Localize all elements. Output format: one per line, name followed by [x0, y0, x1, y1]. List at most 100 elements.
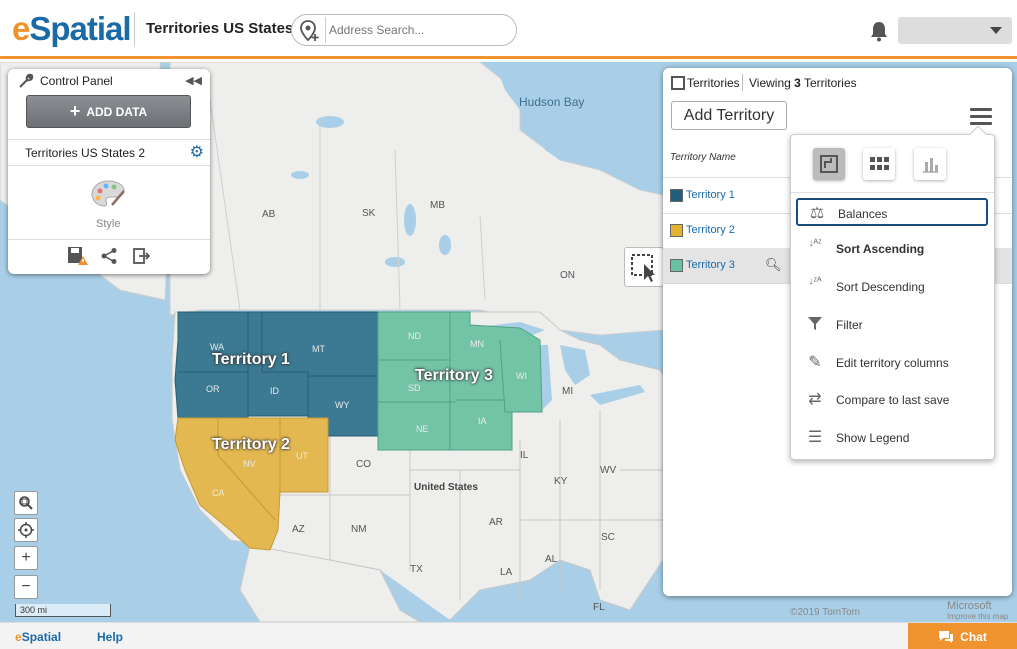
menu-item-label: Show Legend [836, 431, 910, 445]
add-data-label: ADD DATA [86, 104, 148, 119]
lake-2 [404, 204, 416, 236]
menu-item-compare-last-save[interactable]: ⇄ Compare to last save [796, 386, 988, 414]
chat-bubble-icon [939, 630, 954, 643]
menu-item-label: Edit territory columns [836, 356, 949, 370]
menu-item-sort-descending[interactable]: ↓ᶻᴬ Sort Descending [796, 273, 988, 301]
map-label-ar: AR [489, 517, 503, 528]
divider [8, 165, 210, 166]
app-header: eSpatial Territories US States 2 [0, 0, 1017, 59]
menu-item-balances[interactable]: ⚖ Balances [796, 198, 988, 226]
add-data-button[interactable]: + ADD DATA [26, 95, 191, 128]
zoom-to-extent-button[interactable] [14, 491, 38, 515]
territory-name[interactable]: Territory 3 [686, 259, 735, 271]
logo-text: Spatial [21, 630, 62, 644]
menu-item-label: Filter [836, 318, 863, 332]
chart-view-button[interactable] [914, 148, 946, 180]
map-label-united-states: United States [414, 482, 478, 493]
state-label-wy: WY [335, 400, 350, 410]
location-pin-add-icon[interactable] [298, 19, 322, 43]
state-label-wi: WI [516, 371, 527, 381]
footer-espatial-link[interactable]: eSpatial [15, 630, 61, 644]
user-menu-dropdown[interactable] [898, 17, 1012, 44]
layer-settings-gear-icon[interactable]: ⚙ [190, 142, 204, 162]
filter-icon [804, 315, 826, 335]
map-label-mb: MB [430, 200, 445, 211]
hamburger-menu-icon[interactable] [970, 108, 992, 126]
state-label-nd: ND [408, 331, 421, 341]
chat-button[interactable]: Chat [908, 623, 1017, 649]
locate-me-button[interactable] [14, 518, 38, 542]
territory-3-label: Territory 3 [415, 367, 493, 384]
menu-item-label: Sort Ascending [836, 242, 925, 256]
viewing-prefix: Viewing [749, 76, 795, 90]
map-label-il: IL [520, 450, 529, 461]
zoom-to-territory-icon[interactable]: 🔍︎ [765, 257, 782, 273]
help-link[interactable]: Help [97, 630, 123, 644]
lasso-select-button[interactable] [624, 247, 664, 287]
microsoft-text: Microsoft [947, 600, 992, 612]
territory-name[interactable]: Territory 1 [686, 189, 735, 201]
menu-item-show-legend[interactable]: ☰ Show Legend [796, 424, 988, 452]
lake-4 [439, 235, 451, 255]
menu-item-sort-ascending[interactable]: ↓ᴬᶻ Sort Ascending [796, 235, 988, 263]
lake-5 [291, 171, 309, 179]
espatial-logo[interactable]: eSpatial [12, 10, 132, 48]
territory-name[interactable]: Territory 2 [686, 224, 735, 236]
map-label-sk: SK [362, 208, 376, 219]
address-search-input[interactable] [329, 21, 509, 39]
share-icon[interactable] [98, 245, 120, 267]
map-copyright: ©2019 TomTom [790, 607, 860, 618]
grid-icon [870, 157, 889, 170]
map-label-al: AL [545, 554, 558, 565]
add-territory-button[interactable]: Add Territory [671, 101, 787, 130]
menu-item-edit-columns[interactable]: ✎ Edit territory columns [796, 349, 988, 377]
divider [8, 239, 210, 240]
column-header-territory-name[interactable]: Territory Name [670, 152, 736, 163]
map-label-wv: WV [600, 465, 617, 476]
map-label-fl: FL [593, 602, 605, 613]
state-label-ia: IA [478, 416, 487, 426]
menu-item-filter[interactable]: Filter [796, 311, 988, 339]
microsoft-logo[interactable]: Microsoft Improve this map [947, 600, 1008, 621]
header-divider [134, 12, 135, 46]
zoom-in-button[interactable]: + [14, 546, 38, 570]
state-label-mt: MT [312, 344, 325, 354]
compare-arrows-icon: ⇄ [808, 391, 822, 408]
state-label-ut: UT [296, 451, 308, 461]
menu-item-label: Compare to last save [836, 393, 950, 407]
sort-descending-icon: ↓ᶻᴬ [808, 276, 822, 287]
map-label-tx: TX [410, 564, 423, 575]
state-label-ne: NE [416, 424, 429, 434]
map-label-co: CO [356, 459, 371, 470]
export-icon[interactable] [130, 245, 152, 267]
map-label-ab: AB [262, 209, 276, 220]
chat-label: Chat [960, 629, 987, 644]
viewing-count: Viewing 3 Territories [749, 76, 857, 90]
pencil-icon: ✎ [808, 354, 822, 371]
save-warning-icon[interactable] [66, 245, 88, 267]
territory-view-button[interactable] [813, 148, 845, 180]
territories-panel-title: Territories [687, 76, 740, 90]
improve-map-link[interactable]: Improve this map [947, 612, 1008, 621]
layer-name[interactable]: Territories US States 2 [25, 146, 145, 160]
grid-view-button[interactable] [863, 148, 895, 180]
collapse-panel-icon[interactable]: ◀◀ [185, 74, 202, 87]
map-title: Territories US States 2 [146, 20, 306, 37]
legend-list-icon: ☰ [807, 429, 823, 446]
notification-bell-icon[interactable] [869, 20, 889, 42]
style-palette-icon[interactable] [90, 179, 126, 209]
sort-ascending-icon: ↓ᴬᶻ [808, 238, 822, 249]
zoom-extent-icon [19, 496, 33, 510]
map-scale-bar: 300 mi [15, 604, 111, 617]
header-separator [742, 74, 743, 91]
logo-text: Spatial [29, 10, 131, 47]
bar-chart-icon [923, 158, 938, 173]
map-label-on: ON [560, 270, 575, 281]
search-separator [325, 17, 326, 43]
logo-e: e [12, 10, 30, 47]
map-label-sc: SC [601, 532, 615, 543]
plus-icon: + [69, 101, 81, 121]
app-footer: eSpatial Help Chat [0, 622, 1017, 649]
zoom-out-button[interactable]: − [14, 575, 38, 599]
lasso-select-icon [631, 254, 655, 282]
